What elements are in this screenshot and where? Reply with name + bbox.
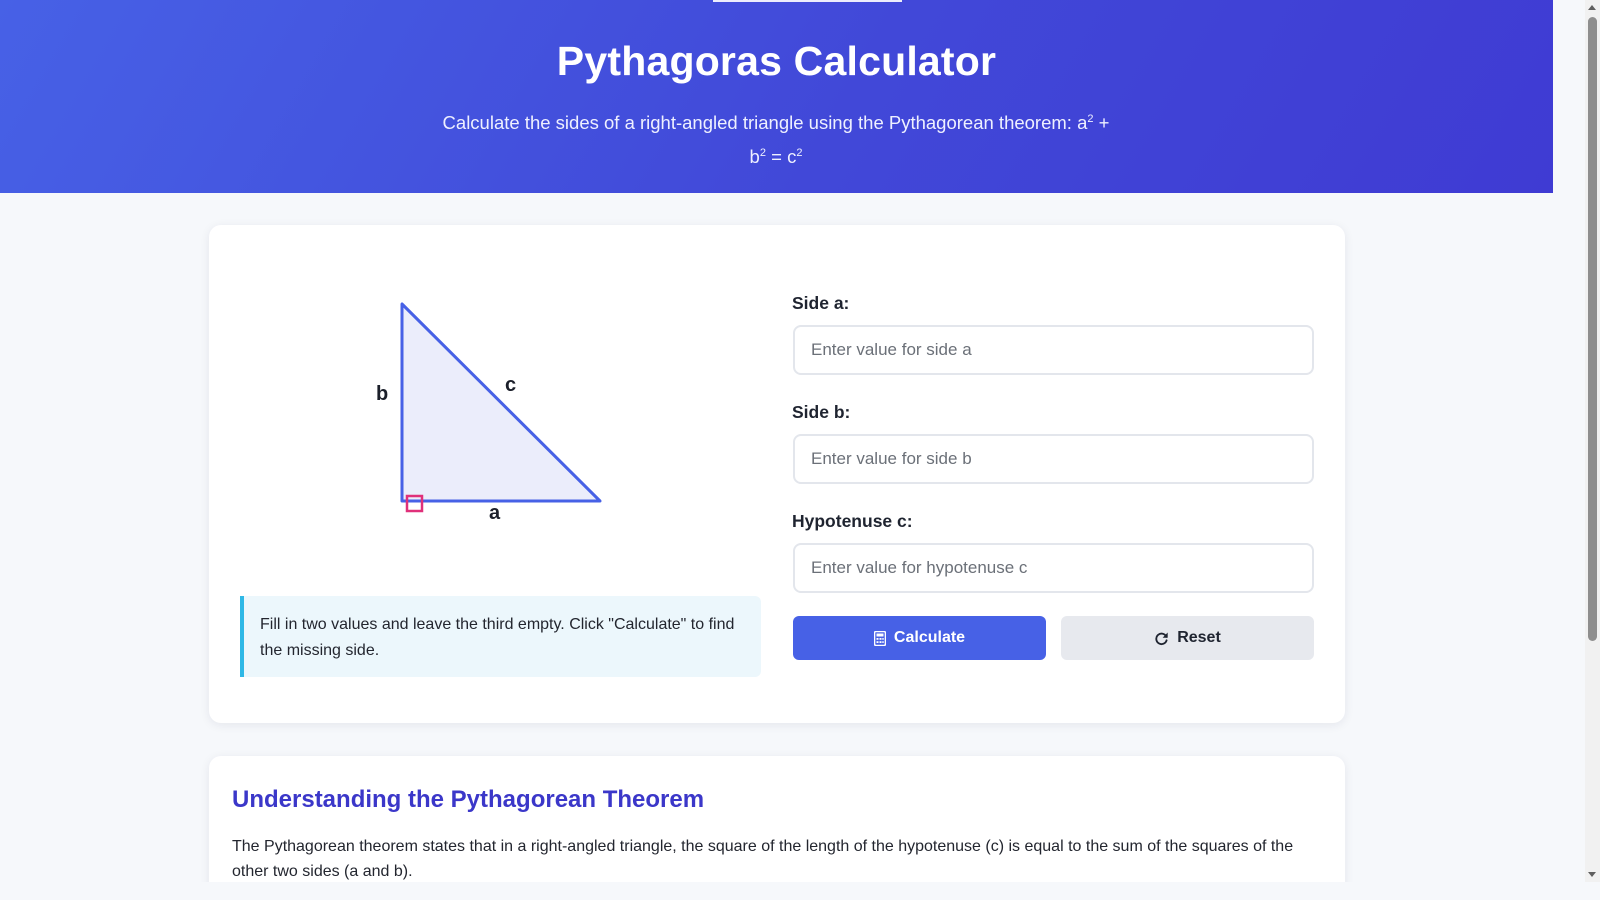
page-title: Pythagoras Calculator: [556, 38, 997, 84]
theorem-heading: Understanding the Pythagorean Theorem: [232, 786, 705, 813]
triangle-diagram: b c a: [209, 225, 769, 585]
calculator-icon: [873, 630, 886, 646]
formula-a: a: [1077, 112, 1088, 134]
page: Pythagoras Calculator Calculate the side…: [0, 0, 1553, 882]
hypotenuse-c-input[interactable]: [793, 543, 1314, 593]
reset-button[interactable]: Reset: [1061, 616, 1314, 660]
vertical-scrollbar[interactable]: [1585, 0, 1600, 882]
calculator-card: b c a Fill in two values and leave the t…: [209, 225, 1345, 723]
side-a-label: a: [489, 502, 501, 524]
calculate-button[interactable]: Calculate: [793, 616, 1046, 660]
reset-button-label: Reset: [1177, 629, 1221, 646]
page-subtitle: Calculate the sides of a right-angled tr…: [426, 104, 1126, 172]
subtitle-text: Calculate the sides of a right-angled tr…: [442, 112, 1078, 134]
triangle-shape: [400, 302, 602, 503]
formula-exp-a: 2: [1087, 113, 1094, 125]
formula-plus: +: [1098, 112, 1110, 134]
nav-active-indicator: [713, 0, 902, 2]
hypotenuse-c-field-label: Hypotenuse c:: [792, 511, 913, 531]
formula-equals: =: [771, 146, 782, 168]
formula-exp-b: 2: [759, 147, 766, 160]
scroll-up-arrow-icon[interactable]: [1588, 5, 1596, 10]
side-c-label: c: [505, 374, 517, 396]
side-b-field-label: Side b:: [792, 402, 851, 422]
formula-c: c: [787, 146, 797, 168]
theorem-description: The Pythagorean theorem states that in a…: [232, 838, 1294, 880]
formula-exp-c: 2: [796, 147, 803, 160]
scroll-down-arrow-icon[interactable]: [1588, 872, 1596, 877]
side-b-input[interactable]: [793, 434, 1314, 484]
hero-header: Pythagoras Calculator Calculate the side…: [0, 0, 1553, 193]
calculate-button-label: Calculate: [893, 629, 966, 646]
instruction-text: Fill in two values and leave the third e…: [260, 616, 735, 659]
formula-b: b: [749, 146, 760, 168]
rotate-right-icon: [1155, 632, 1168, 645]
triangle-svg: [400, 302, 602, 513]
side-a-input[interactable]: [793, 325, 1314, 375]
side-a-field-label: Side a:: [792, 293, 850, 313]
instruction-note: Fill in two values and leave the third e…: [240, 596, 761, 677]
side-b-label: b: [376, 383, 389, 405]
theorem-info-card: Understanding the Pythagorean Theorem Th…: [209, 756, 1345, 882]
scrollbar-thumb[interactable]: [1588, 17, 1597, 641]
